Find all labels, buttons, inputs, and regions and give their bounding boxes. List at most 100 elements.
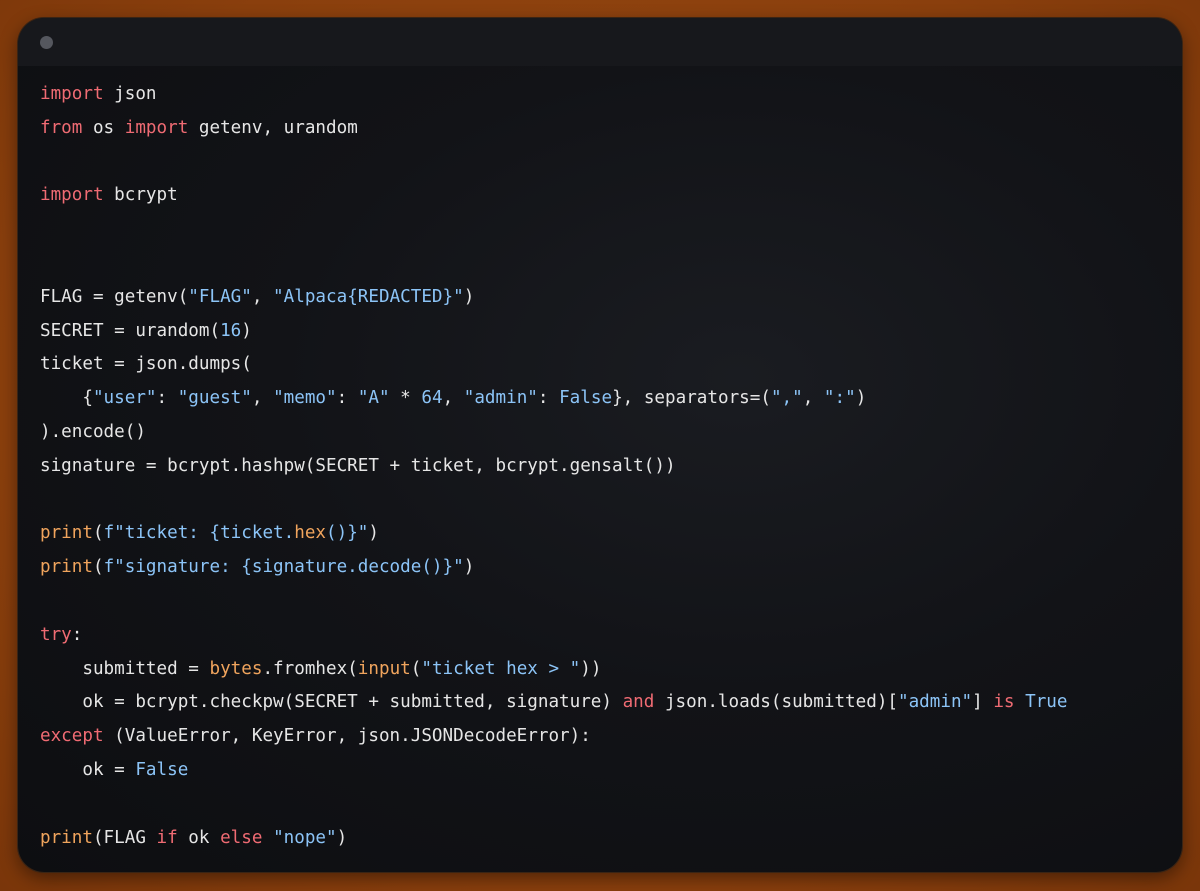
code-token: print	[40, 557, 93, 578]
code-token: os	[82, 117, 125, 138]
code-token: .fromhex(	[262, 658, 358, 679]
code-line: except (ValueError, KeyError, json.JSOND…	[40, 720, 1068, 754]
code-token: False	[559, 388, 613, 409]
code-line: from os import getenv, urandom	[40, 112, 1068, 146]
code-token: )	[241, 320, 252, 341]
code-token: ticket = json.dumps(	[40, 354, 252, 375]
code-token: signature = bcrypt.hashpw(SECRET + ticke…	[40, 455, 676, 476]
code-token: ,	[251, 388, 274, 409]
code-line: ticket = json.dumps(	[40, 348, 1068, 382]
code-token: bcrypt	[103, 185, 178, 206]
code-token: True	[1025, 692, 1068, 713]
code-token: ","	[770, 388, 803, 409]
code-token: ok	[177, 827, 221, 848]
code-token: import	[124, 117, 189, 138]
code-token: *	[389, 388, 422, 409]
code-line: signature = bcrypt.hashpw(SECRET + ticke…	[40, 450, 1068, 484]
code-token: json.loads(submitted)[	[654, 692, 898, 713]
code-line: FLAG = getenv("FLAG", "Alpaca{REDACTED}"…	[40, 281, 1068, 315]
code-token: getenv, urandom	[188, 117, 358, 138]
code-token: )	[855, 388, 867, 409]
code-line: import bcrypt	[40, 179, 1068, 213]
code-token: :	[156, 388, 178, 409]
code-token: {	[82, 388, 93, 409]
code-token: "guest"	[177, 388, 252, 409]
code-line: try:	[40, 619, 1068, 653]
background: import json from os import getenv, urando…	[0, 0, 1200, 891]
code-token: "Alpaca{REDACTED}"	[273, 286, 464, 307]
code-token: import	[40, 185, 104, 206]
code-block: import json from os import getenv, urando…	[40, 78, 1068, 855]
code-token: ))	[580, 658, 602, 679]
code-token: {ticket.	[209, 523, 295, 544]
code-token: import	[40, 84, 104, 104]
code-token: }, separators=(	[612, 388, 771, 409]
code-token: (	[92, 557, 104, 578]
code-line: ok = False	[40, 754, 1068, 788]
code-token: is	[993, 692, 1015, 713]
code-token: f"ticket:	[103, 523, 210, 544]
code-window: import json from os import getenv, urando…	[18, 18, 1182, 872]
code-token: ":"	[823, 388, 856, 409]
code-token: :	[537, 388, 560, 409]
code-line: import json	[40, 78, 1068, 112]
code-token: try	[40, 624, 72, 645]
code-token: (	[410, 658, 422, 679]
code-token: ()}"	[326, 523, 369, 544]
code-token: FLAG = getenv(	[40, 286, 189, 307]
window-dot-icon[interactable]	[40, 36, 53, 49]
code-line: print(FLAG if ok else "nope")	[40, 822, 1068, 856]
code-token: :	[336, 388, 358, 409]
code-line: print(f"signature: {signature.decode()}"…	[40, 551, 1068, 585]
code-token: else	[220, 827, 263, 848]
code-token: (ValueError, KeyError, json.JSONDecodeEr…	[103, 726, 591, 747]
code-token: False	[135, 759, 189, 780]
code-line: SECRET = urandom(16)	[40, 315, 1068, 349]
code-token: 64	[421, 388, 443, 409]
code-token: (FLAG	[92, 827, 157, 848]
code-line: ).encode()	[40, 416, 1068, 450]
code-token: "ticket hex > "	[421, 658, 581, 679]
code-token: "user"	[92, 388, 157, 409]
code-token: json	[103, 84, 157, 104]
code-token: SECRET = urandom(	[40, 320, 221, 341]
code-token: ,	[442, 388, 464, 409]
code-token: :	[71, 624, 83, 645]
code-token: "admin"	[463, 388, 538, 409]
code-token: "nope"	[273, 827, 337, 848]
code-token: except	[40, 726, 104, 747]
code-token: if	[156, 827, 178, 848]
code-token: print	[40, 523, 93, 544]
code-token: )	[336, 827, 348, 848]
code-token: from	[40, 117, 83, 138]
code-line: {"user": "guest", "memo": "A" * 64, "adm…	[40, 382, 1068, 416]
code-token: )	[463, 286, 475, 307]
code-token: "A"	[357, 388, 390, 409]
code-token: "admin"	[898, 692, 973, 713]
code-line: ok = bcrypt.checkpw(SECRET + submitted, …	[40, 686, 1068, 720]
code-token: ).encode()	[40, 421, 146, 442]
code-token: ,	[251, 286, 274, 307]
code-token: f"signature: {signature.decode()}"	[103, 557, 464, 578]
code-line: submitted = bytes.fromhex(input("ticket …	[40, 653, 1068, 687]
code-token: (	[92, 523, 104, 544]
code-line: print(f"ticket: {ticket.hex()}")	[40, 517, 1068, 551]
code-token: "FLAG"	[188, 286, 252, 307]
window-titlebar	[18, 18, 1182, 66]
code-token: bytes	[209, 658, 263, 679]
code-token: ,	[802, 388, 824, 409]
code-token: ok =	[82, 759, 136, 780]
code-token: )	[463, 557, 475, 578]
code-token: 16	[220, 320, 242, 341]
code-token: ]	[972, 692, 994, 713]
